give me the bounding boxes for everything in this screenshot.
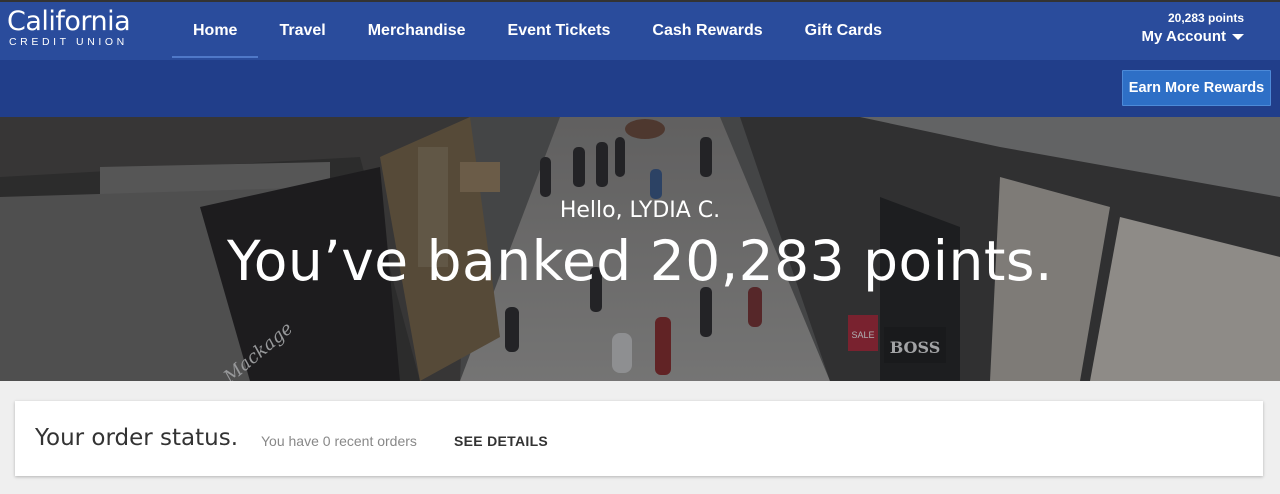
main-nav: Home Travel Merchandise Event Tickets Ca… [172, 2, 903, 60]
brand-logo[interactable]: California CREDIT UNION [7, 6, 131, 49]
points-headline: You’ve banked 20,283 points. [226, 229, 1054, 293]
sub-bar: Earn More Rewards [0, 60, 1280, 117]
caret-down-icon [1232, 34, 1244, 41]
points-balance: 20,283 points [1167, 11, 1244, 25]
greeting: Hello, LYDIA C. [559, 198, 721, 223]
nav-item-travel[interactable]: Travel [258, 2, 346, 60]
my-account-dropdown[interactable]: My Account [1142, 26, 1244, 48]
recent-orders-text: You have 0 recent orders [261, 433, 417, 449]
my-account-label: My Account [1141, 28, 1226, 45]
brand-subtitle: CREDIT UNION [9, 36, 128, 48]
nav-item-cash-rewards[interactable]: Cash Rewards [631, 2, 783, 60]
see-details-link[interactable]: SEE DETAILS [454, 433, 548, 449]
nav-item-home[interactable]: Home [172, 2, 259, 58]
order-status-card: Your order status. You have 0 recent ord… [15, 401, 1263, 476]
nav-item-event-tickets[interactable]: Event Tickets [487, 2, 632, 60]
earn-more-rewards-button[interactable]: Earn More Rewards [1122, 70, 1271, 106]
order-status-title: Your order status. [35, 425, 239, 451]
nav-item-gift-cards[interactable]: Gift Cards [784, 2, 903, 60]
top-navigation: California CREDIT UNION Home Travel Merc… [0, 0, 1280, 60]
hero-banner: BOSS SALE Mackage Hello, LYDIA C. You’ve… [0, 117, 1280, 381]
account-menu: 20,283 points My Account [1142, 10, 1244, 48]
nav-item-merchandise[interactable]: Merchandise [347, 2, 487, 60]
brand-name: California [7, 6, 131, 37]
